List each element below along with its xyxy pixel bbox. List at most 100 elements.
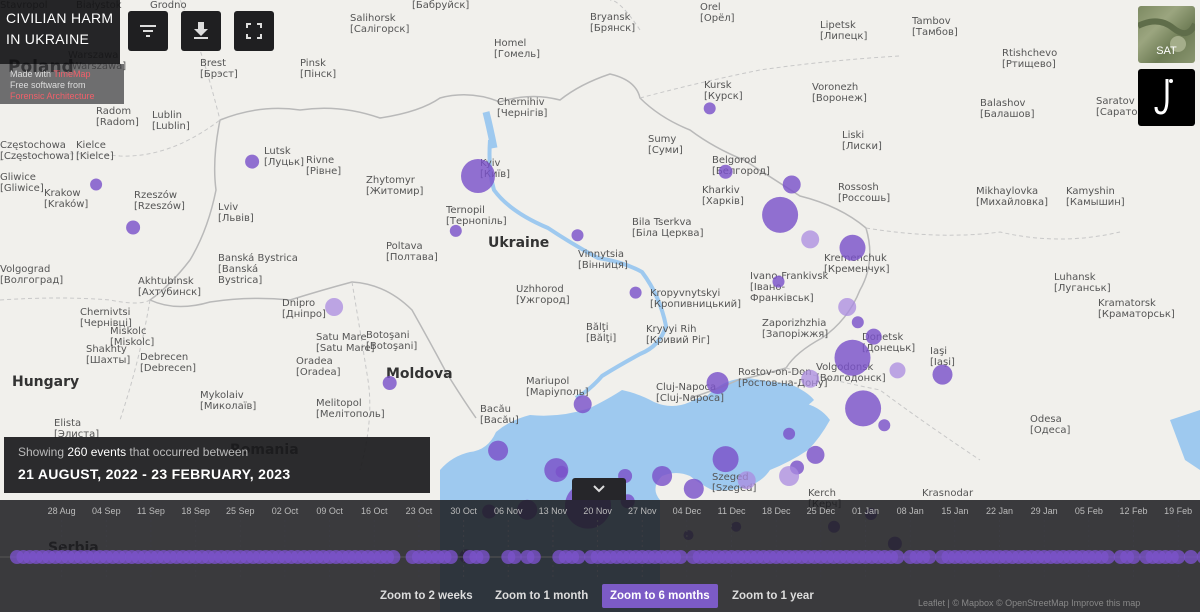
map-label: Odesa [Одеса] xyxy=(1030,414,1071,436)
event-marker[interactable] xyxy=(652,466,673,486)
event-marker[interactable] xyxy=(712,446,739,473)
event-marker[interactable] xyxy=(703,102,716,115)
map-label: Poltava [Полтава] xyxy=(386,241,438,263)
timeline-event[interactable] xyxy=(386,550,401,564)
map-label: Voronezh [Воронеж] xyxy=(812,82,867,104)
event-marker[interactable] xyxy=(737,471,756,490)
zoom-button[interactable]: Zoom to 2 weeks xyxy=(372,584,481,608)
help-button[interactable] xyxy=(1138,69,1195,126)
event-marker[interactable] xyxy=(889,362,906,379)
place-name: Voronezh [Воронеж] xyxy=(812,82,867,104)
place-name: Pinsk [Пінск] xyxy=(300,58,337,80)
map-label: Kamyshin [Камышин] xyxy=(1066,186,1125,208)
timeline-event[interactable] xyxy=(673,550,688,564)
place-name: Odesa [Одеса] xyxy=(1030,414,1071,436)
place-name: Rivne [Рівне] xyxy=(306,155,342,177)
event-marker[interactable] xyxy=(762,196,799,233)
event-marker[interactable] xyxy=(449,224,462,237)
place-name: Rossosh [Россошь] xyxy=(838,182,891,204)
timemap-link[interactable]: TimeMap xyxy=(53,69,90,79)
zoom-button[interactable]: Zoom to 1 year xyxy=(724,584,822,608)
filter-button[interactable] xyxy=(128,11,168,51)
place-name: Poltava [Полтава] xyxy=(386,241,438,263)
place-name: Bacău [Bacău] xyxy=(480,404,519,426)
app-title-line2: IN UKRAINE xyxy=(6,31,90,47)
timeline-events[interactable] xyxy=(0,500,1200,580)
place-name: Luhansk [Луганськ] xyxy=(1054,272,1111,294)
timeline[interactable]: 28 Aug 04 Sep 11 Sep 18 Sep 25 Sep 02 Oct 09 O… xyxy=(0,500,1200,612)
timeline-event[interactable] xyxy=(1183,550,1198,564)
event-marker[interactable] xyxy=(718,164,733,179)
place-name: Sumy [Суми] xyxy=(648,134,683,156)
event-marker[interactable] xyxy=(783,427,796,440)
place-name: Kramatorsk [Краматорськ] xyxy=(1098,298,1175,320)
event-count: 260 events xyxy=(67,445,127,459)
event-marker[interactable] xyxy=(683,478,704,499)
sat-label: SAT xyxy=(1156,45,1177,57)
timeline-event[interactable] xyxy=(890,550,905,564)
map-label: Bacău [Bacău] xyxy=(480,404,519,426)
timeline-event[interactable] xyxy=(526,550,541,564)
event-marker[interactable] xyxy=(839,234,866,261)
place-name: Ternopil [Тернопіль] xyxy=(446,205,507,227)
event-marker[interactable] xyxy=(878,419,891,432)
event-marker[interactable] xyxy=(544,458,569,483)
place-name: Volgograd [Волгоград] xyxy=(0,264,64,286)
app-title: CIVILIAN HARM IN UKRAINE xyxy=(0,0,120,64)
timeline-event[interactable] xyxy=(922,550,937,564)
map-label: Cluj-Napoca [Cluj-Napoca] xyxy=(656,382,724,404)
timeline-toggle[interactable] xyxy=(572,478,626,500)
event-marker[interactable] xyxy=(772,275,785,288)
event-summary: Showing 260 events that occurred between… xyxy=(4,437,430,493)
event-marker[interactable] xyxy=(865,328,882,345)
event-marker[interactable] xyxy=(245,154,260,169)
event-marker[interactable] xyxy=(571,229,584,242)
timeline-event[interactable] xyxy=(1101,550,1115,564)
forensic-architecture-link[interactable]: Forensic Architecture xyxy=(10,91,95,101)
timeline-event[interactable] xyxy=(507,550,522,564)
event-marker[interactable] xyxy=(779,466,800,486)
event-marker[interactable] xyxy=(801,369,820,388)
satellite-toggle[interactable]: SAT xyxy=(1138,6,1195,63)
chevron-down-icon xyxy=(593,485,605,493)
place-name: Kropyvnytskyi [Кропивницький] xyxy=(650,288,742,310)
event-marker[interactable] xyxy=(488,440,509,461)
place-name: Kielce [Kielce] xyxy=(76,140,114,162)
place-name: Akhtubinsk [Ахтубинск] xyxy=(138,276,202,298)
place-name: Oradea [Oradea] xyxy=(296,356,341,378)
map-label: Bryansk [Брянск] xyxy=(590,12,635,34)
event-marker[interactable] xyxy=(90,178,103,191)
event-marker[interactable] xyxy=(851,316,864,329)
place-name: Lviv [Львів] xyxy=(218,202,254,224)
event-marker[interactable] xyxy=(834,339,871,376)
event-marker[interactable] xyxy=(845,390,882,427)
download-button[interactable] xyxy=(181,11,221,51)
event-marker[interactable] xyxy=(706,372,729,394)
event-marker[interactable] xyxy=(932,364,953,385)
event-marker[interactable] xyxy=(382,376,397,390)
zoom-button[interactable]: Zoom to 1 month xyxy=(487,584,596,608)
place-name: Debrecen [Debrecen] xyxy=(140,352,197,374)
event-marker[interactable] xyxy=(838,298,857,316)
event-marker[interactable] xyxy=(325,298,344,316)
place-name: Lublin [Lublin] xyxy=(152,110,190,132)
map-label: Kramatorsk [Краматорськ] xyxy=(1098,298,1175,320)
event-marker[interactable] xyxy=(806,445,825,464)
event-marker[interactable] xyxy=(629,286,642,299)
event-marker[interactable] xyxy=(461,159,495,193)
zoom-button[interactable]: Zoom to 6 months xyxy=(602,584,718,608)
timeline-event[interactable] xyxy=(443,550,458,564)
timeline-event[interactable] xyxy=(1126,550,1141,564)
event-marker[interactable] xyxy=(801,230,820,249)
fullscreen-button[interactable] xyxy=(234,11,274,51)
event-marker[interactable] xyxy=(126,220,141,235)
place-name: [Бабруйск] xyxy=(412,0,470,11)
timeline-event[interactable] xyxy=(475,550,490,564)
event-marker[interactable] xyxy=(573,395,592,414)
map-label: Volgograd [Волгоград] xyxy=(0,264,64,286)
summary-suffix: that occurred between xyxy=(126,445,249,459)
map-label: Chernihiv [Чернігів] xyxy=(497,97,547,119)
timeline-event[interactable] xyxy=(571,550,586,564)
timeline-event[interactable] xyxy=(1171,550,1186,564)
event-marker[interactable] xyxy=(782,175,801,194)
